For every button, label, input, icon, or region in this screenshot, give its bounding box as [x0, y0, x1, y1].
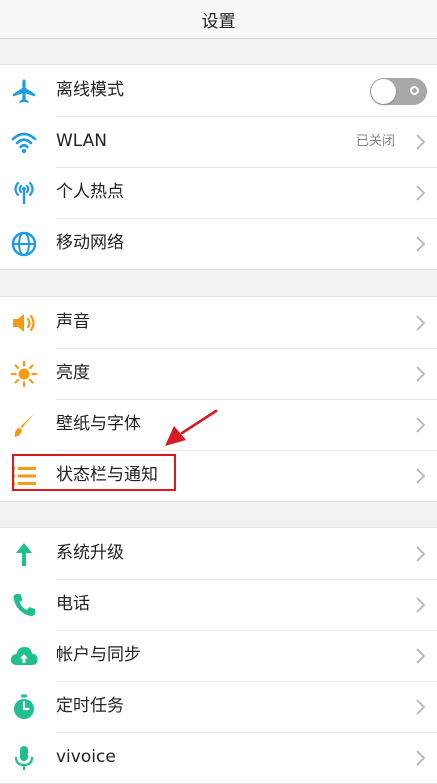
settings-item-wallpaper-font[interactable]: 壁纸与字体 — [0, 399, 437, 450]
settings-item-label: 移动网络 — [56, 233, 124, 253]
settings-item-label: 离线模式 — [56, 80, 124, 100]
chevron-right-icon — [416, 468, 426, 484]
chevron-right-icon — [416, 699, 426, 715]
status-bar-icon — [8, 461, 40, 491]
settings-item-label: 状态栏与通知 — [56, 465, 158, 485]
settings-item-label: 壁纸与字体 — [56, 414, 141, 434]
airplane-icon — [8, 76, 40, 106]
settings-item-phone[interactable]: 电话 — [0, 579, 437, 630]
settings-item-label: 系统升级 — [56, 543, 124, 563]
page-title: 设置 — [201, 11, 236, 32]
settings-item-account-sync[interactable]: 帐户与同步 — [0, 630, 437, 681]
timer-icon — [8, 692, 40, 722]
settings-item-label: 电话 — [56, 594, 90, 614]
chevron-right-icon — [416, 648, 426, 664]
hotspot-icon — [8, 178, 40, 208]
title-bar: 设置 — [0, 0, 437, 39]
chevron-right-icon — [416, 417, 426, 433]
settings-item-label: 声音 — [56, 312, 90, 332]
settings-item-label: 定时任务 — [56, 696, 124, 716]
chevron-right-icon — [416, 236, 426, 252]
settings-item-hotspot[interactable]: 个人热点 — [0, 167, 437, 218]
airplane-mode-toggle[interactable] — [370, 78, 427, 105]
phone-icon — [8, 590, 40, 620]
settings-item-mobile-network[interactable]: 移动网络 — [0, 218, 437, 269]
settings-item-label: vivoice — [56, 747, 116, 767]
settings-item-wlan[interactable]: WLAN 已关闭 — [0, 116, 437, 167]
chevron-right-icon — [416, 750, 426, 766]
toggle-off-indicator — [410, 86, 419, 95]
chevron-right-icon — [416, 597, 426, 613]
chevron-right-icon — [416, 366, 426, 382]
chevron-right-icon — [416, 134, 426, 150]
wlan-status-value: 已关闭 — [355, 134, 395, 149]
chevron-right-icon — [416, 315, 426, 331]
settings-group-display: 声音 亮度 壁纸与字体 状态栏与通知 — [0, 296, 437, 502]
chevron-right-icon — [416, 546, 426, 562]
settings-item-label: 亮度 — [56, 363, 90, 383]
speaker-icon — [8, 308, 40, 338]
sun-icon — [8, 359, 40, 389]
settings-item-label: 个人热点 — [56, 182, 124, 202]
microphone-icon — [8, 743, 40, 773]
settings-group-system: 系统升级 电话 帐户与同步 定时任务 vivoice — [0, 527, 437, 784]
settings-item-label: WLAN — [56, 131, 108, 151]
toggle-knob — [371, 79, 396, 104]
settings-item-scheduled-tasks[interactable]: 定时任务 — [0, 681, 437, 732]
chevron-right-icon — [416, 185, 426, 201]
brush-icon — [8, 410, 40, 440]
settings-item-status-bar-notifications[interactable]: 状态栏与通知 — [0, 450, 437, 501]
settings-item-airplane-mode[interactable]: 离线模式 — [0, 65, 437, 116]
settings-item-system-update[interactable]: 系统升级 — [0, 528, 437, 579]
wifi-icon — [8, 127, 40, 157]
cloud-sync-icon — [8, 641, 40, 671]
up-arrow-icon — [8, 539, 40, 569]
settings-item-label: 帐户与同步 — [56, 645, 141, 665]
settings-item-vivoice[interactable]: vivoice — [0, 732, 437, 783]
settings-item-sound[interactable]: 声音 — [0, 297, 437, 348]
globe-icon — [8, 229, 40, 259]
settings-group-connectivity: 离线模式 WLAN 已关闭 个人热点 移动网络 — [0, 64, 437, 270]
settings-item-brightness[interactable]: 亮度 — [0, 348, 437, 399]
